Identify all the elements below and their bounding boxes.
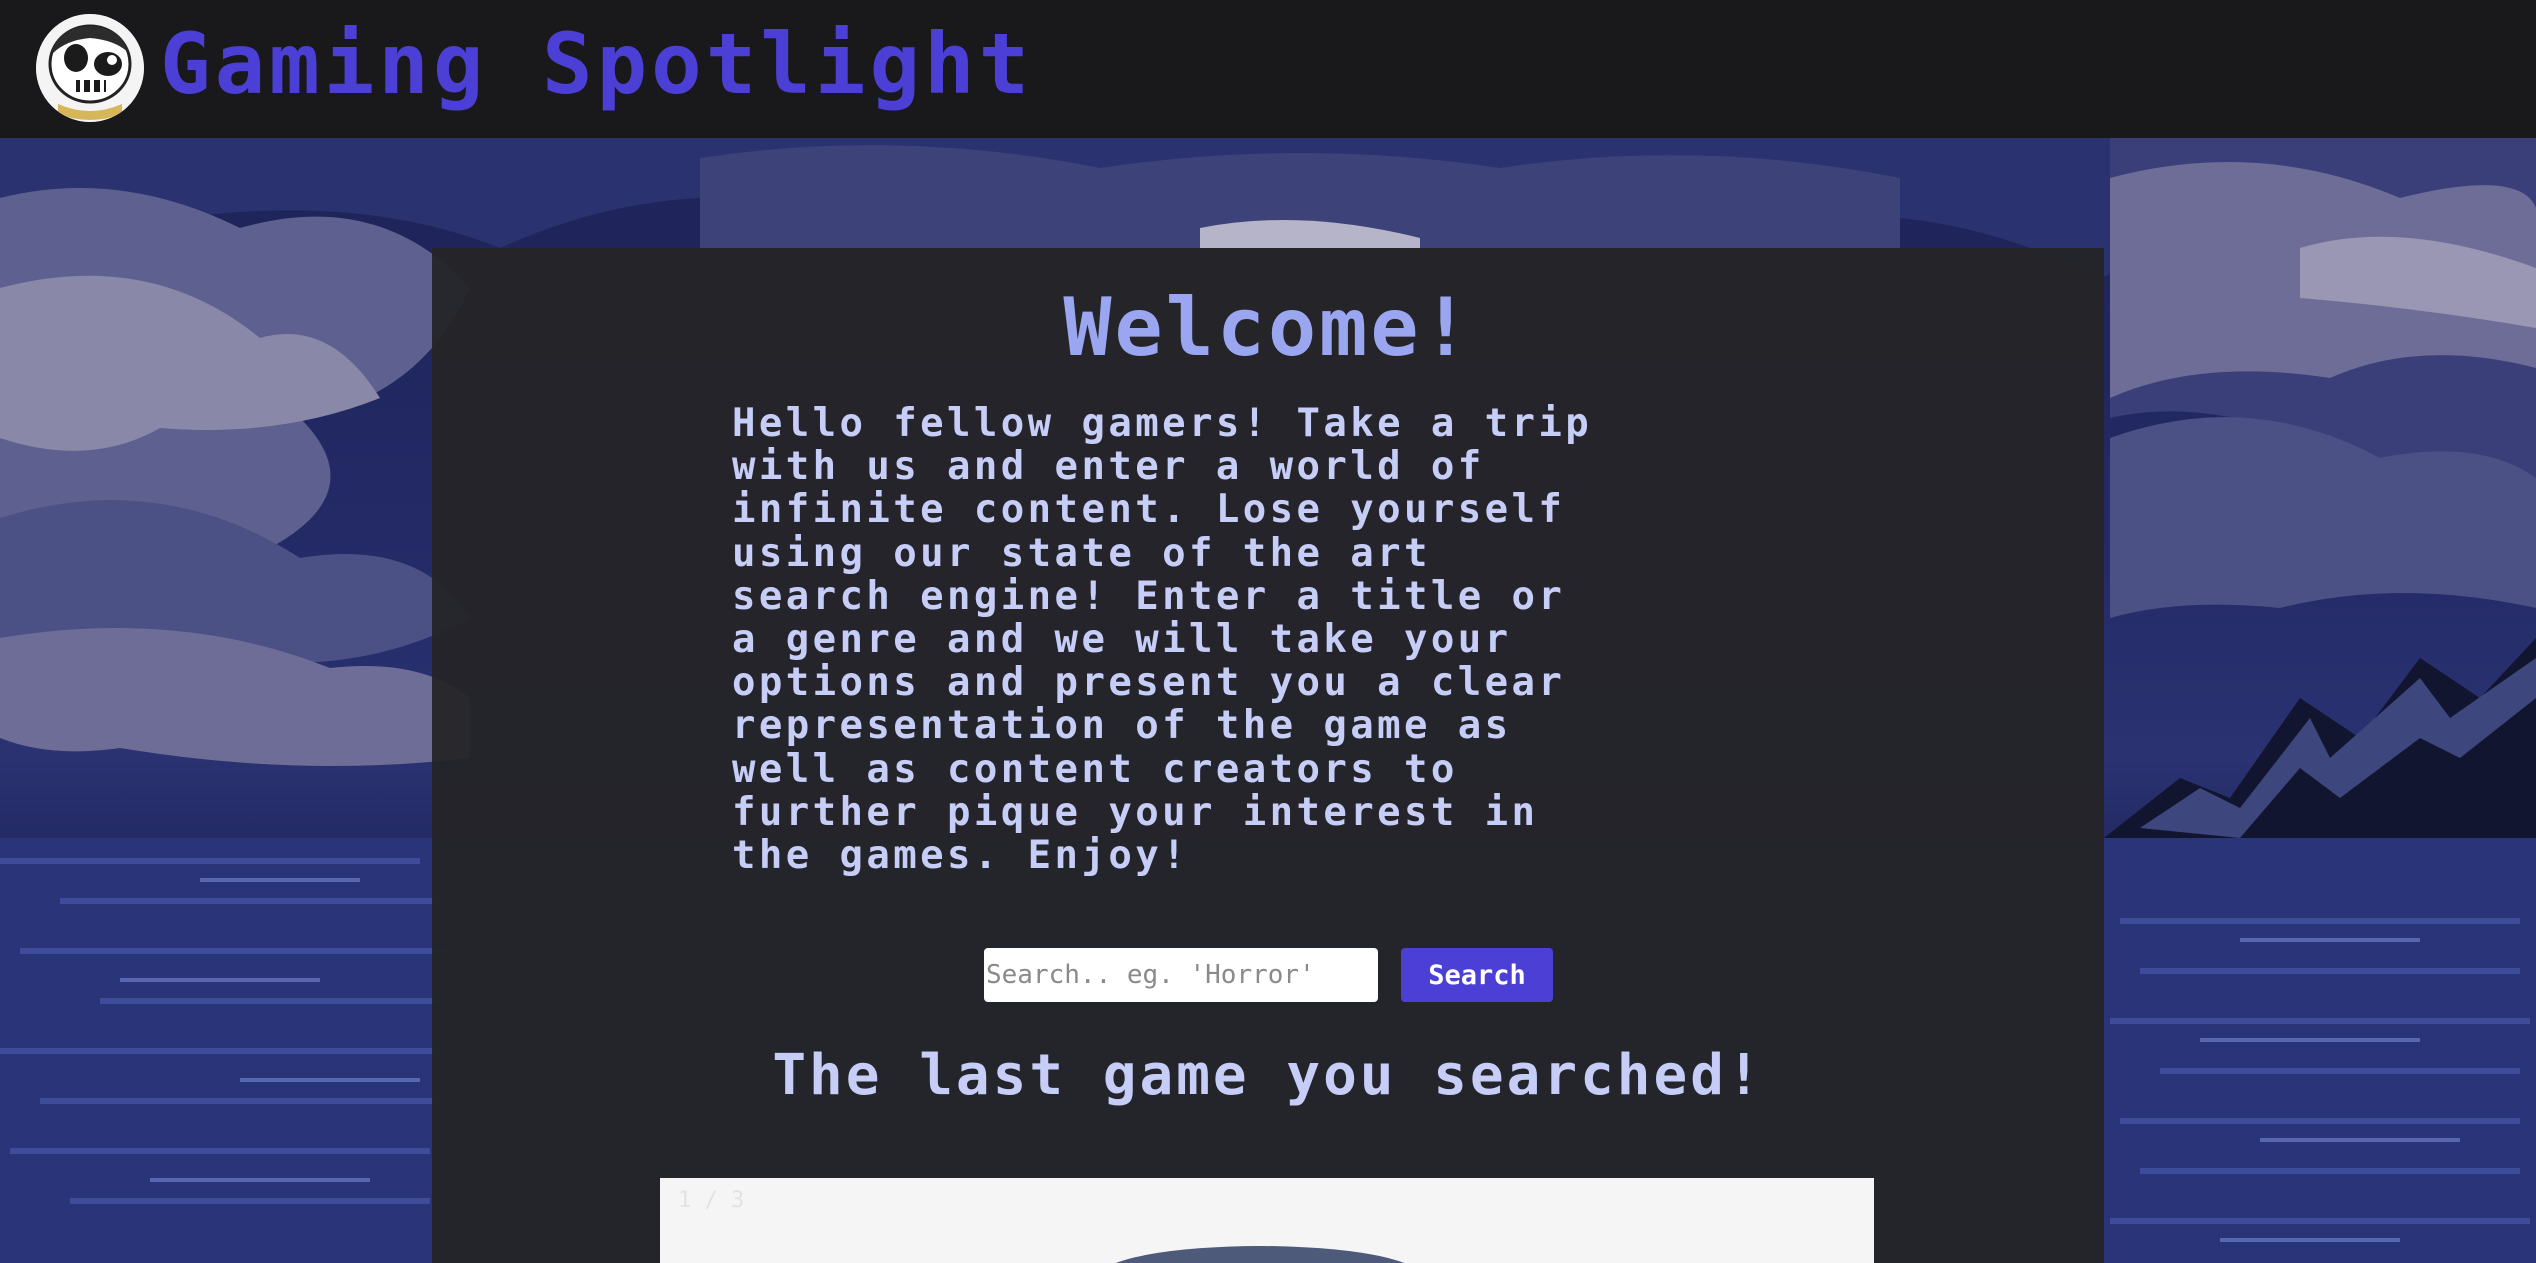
- game-image-carousel[interactable]: 1 / 3: [660, 1178, 1874, 1263]
- main-content-panel: Welcome! Hello fellow gamers! Take a tri…: [432, 248, 2104, 1263]
- game-cover-image: [1100, 1246, 1420, 1263]
- search-button[interactable]: Search: [1401, 948, 1553, 1002]
- welcome-heading: Welcome!: [1063, 281, 1473, 374]
- site-title[interactable]: Gaming Spotlight: [160, 16, 1033, 112]
- last-searched-heading: The last game you searched!: [772, 1043, 1764, 1108]
- top-navbar: Gaming Spotlight: [0, 0, 2536, 138]
- search-form: Search: [432, 948, 2104, 1004]
- slide-counter: 1 / 3: [678, 1188, 745, 1213]
- skull-mascot-icon[interactable]: [36, 14, 144, 122]
- search-input[interactable]: [984, 948, 1378, 1002]
- intro-paragraph: Hello fellow gamers! Take a trip with us…: [732, 401, 1593, 879]
